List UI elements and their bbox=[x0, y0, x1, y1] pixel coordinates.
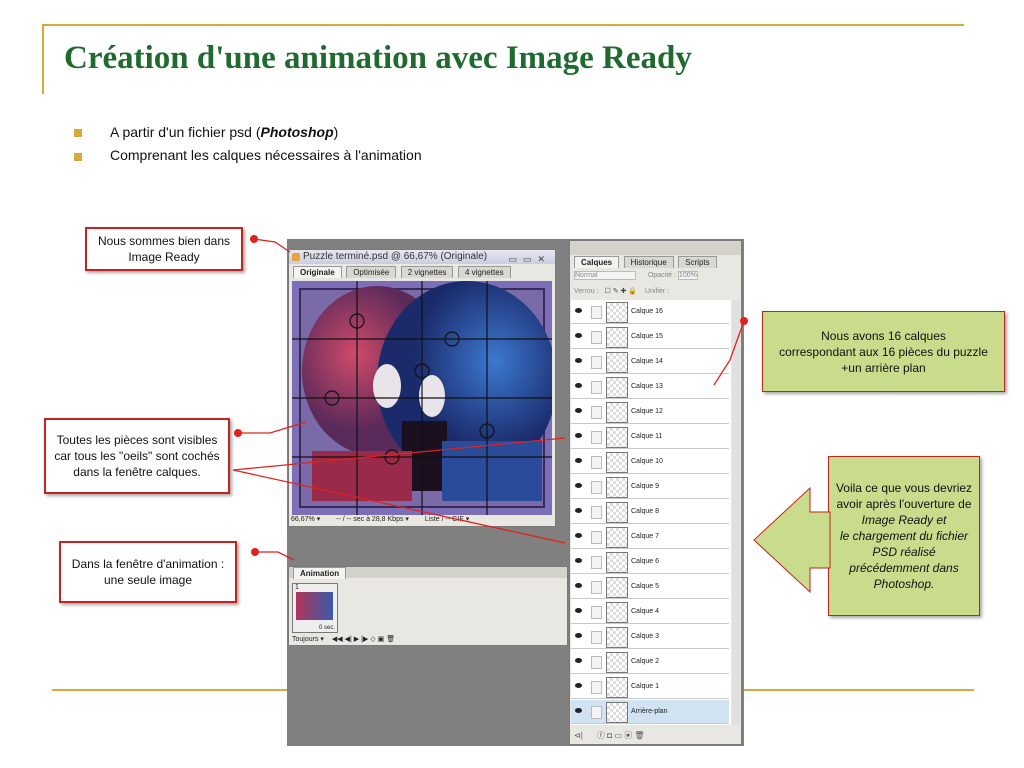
connector-dot bbox=[234, 429, 242, 437]
connector-lines bbox=[232, 235, 831, 594]
connector-eyes-canvas bbox=[238, 421, 307, 434]
result-arrow-shape bbox=[753, 486, 831, 594]
connector-eyes-layers-2 bbox=[232, 469, 566, 544]
connector-dot bbox=[250, 235, 258, 243]
connector-animation bbox=[255, 551, 295, 561]
connector-dot bbox=[251, 548, 259, 556]
connector-dot bbox=[740, 317, 748, 325]
connector-image-ready bbox=[253, 238, 291, 253]
connector-eyes-layers-1 bbox=[232, 437, 566, 471]
connector-layers bbox=[713, 320, 745, 386]
